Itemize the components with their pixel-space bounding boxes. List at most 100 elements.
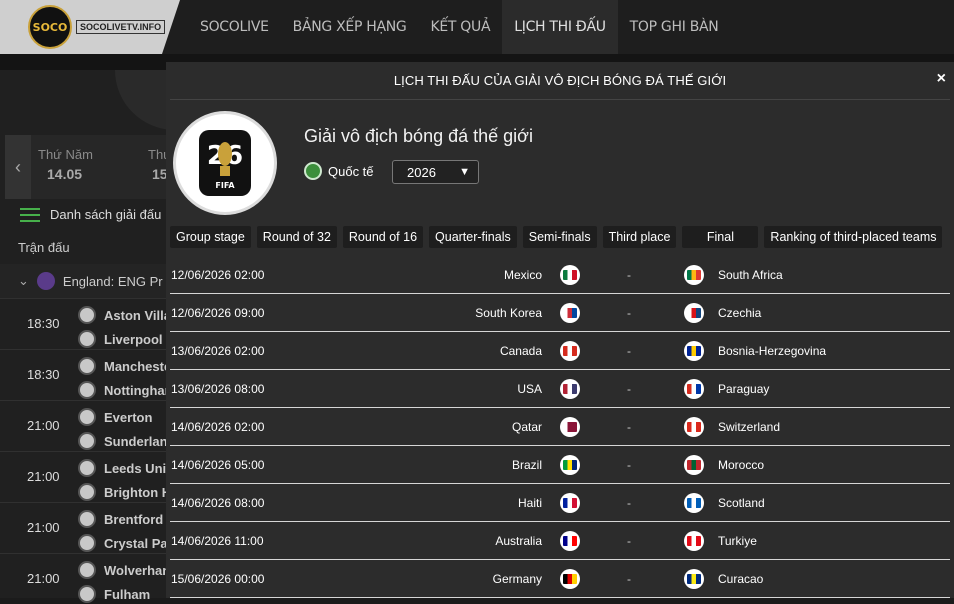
away-flag-icon	[684, 569, 704, 589]
tab-semi-finals[interactable]: Semi-finals	[522, 226, 597, 248]
away-flag-icon	[684, 455, 704, 475]
fixture-row[interactable]: 13/06/2026 08:00 USA - Paraguay	[170, 370, 950, 408]
home-flag-icon	[560, 531, 580, 551]
home-flag-icon	[560, 417, 580, 437]
away-team: Nottinghan	[78, 381, 173, 399]
site-logo[interactable]: SOCO SOCOLIVETV.INFO	[0, 0, 180, 54]
home-team-name: Haiti	[517, 496, 542, 510]
logo-badge-icon: SOCO	[28, 5, 72, 49]
away-flag-icon	[684, 531, 704, 551]
date-day-label[interactable]: Thứ Năm	[38, 147, 93, 162]
flag-swatch	[687, 384, 701, 394]
team-crest-icon	[78, 585, 96, 603]
flag-swatch	[687, 498, 701, 508]
match-row[interactable]: 21:00 Everton Sunderland	[0, 400, 176, 451]
team-crest-icon	[78, 408, 96, 426]
league-name: Giải vô địch bóng đá thế giới	[304, 126, 533, 146]
premier-league-icon	[36, 272, 55, 290]
date-value[interactable]: 14.05	[47, 166, 82, 182]
tab-group-stage[interactable]: Group stage	[170, 226, 251, 248]
nav-top-scorers[interactable]: TOP GHI BÀN	[618, 0, 731, 54]
league-info: 26 FIFA Giải vô địch bóng đá thế giới Qu…	[166, 100, 954, 220]
close-icon[interactable]: ×	[937, 70, 946, 88]
flag-swatch	[687, 536, 701, 546]
tab-third-placed-ranking[interactable]: Ranking of third-placed teams	[764, 226, 943, 248]
nav-schedule[interactable]: LỊCH THI ĐẤU	[502, 0, 618, 54]
team-name: Nottinghan	[104, 382, 173, 398]
league-list-toggle[interactable]: Danh sách giải đấu	[20, 207, 161, 222]
flag-swatch	[563, 270, 577, 280]
match-row[interactable]: 21:00 Brentford Crystal Pa	[0, 502, 170, 553]
trophy-icon: 26 FIFA	[199, 130, 251, 196]
fixture-datetime: 12/06/2026 02:00	[171, 268, 265, 282]
match-row[interactable]: 21:00 Leeds Unit Brighton H	[0, 451, 171, 502]
league-list-label: Danh sách giải đấu	[50, 207, 162, 222]
match-row[interactable]: 18:30 Aston Villa Liverpool	[0, 298, 171, 349]
logo-text: SOCOLIVETV.INFO	[76, 20, 166, 34]
away-team: Fulham	[78, 585, 150, 603]
fixture-datetime: 14/06/2026 08:00	[171, 496, 265, 510]
home-flag-icon	[560, 303, 580, 323]
tab-round-of-16[interactable]: Round of 16	[342, 226, 424, 248]
tab-quarter-finals[interactable]: Quarter-finals	[429, 226, 517, 248]
score-separator: -	[627, 420, 631, 434]
away-team-name: Switzerland	[718, 420, 781, 434]
team-name: Fulham	[104, 586, 151, 602]
home-team: Leeds Unit	[78, 459, 170, 477]
team-name: Liverpool	[104, 331, 163, 347]
flag-swatch	[687, 270, 701, 280]
away-team-name: Curacao	[718, 572, 764, 586]
season-select[interactable]: 2026 ▼	[392, 160, 479, 184]
top-navbar: SOCO SOCOLIVETV.INFO SOCOLIVE BẢNG XẾP H…	[0, 0, 954, 54]
fixture-row[interactable]: 14/06/2026 02:00 Qatar - Switzerland	[170, 408, 950, 446]
fixture-row[interactable]: 14/06/2026 08:00 Haiti - Scotland	[170, 484, 950, 522]
home-flag-icon	[560, 265, 580, 285]
tab-third-place[interactable]: Third place	[602, 226, 677, 248]
fixture-datetime: 14/06/2026 02:00	[171, 420, 265, 434]
fixture-row[interactable]: 14/06/2026 05:00 Brazil - Morocco	[170, 446, 950, 484]
nav-socolive[interactable]: SOCOLIVE	[188, 0, 281, 54]
team-crest-icon	[78, 510, 96, 528]
score-separator: -	[627, 268, 631, 282]
league-group-header[interactable]: ⌄ England: ENG Pr	[0, 264, 170, 298]
flag-swatch	[687, 308, 701, 318]
menu-icon	[20, 207, 40, 222]
fixture-datetime: 12/06/2026 09:00	[171, 306, 265, 320]
fixture-row[interactable]: 15/06/2026 00:00 Germany - Curacao	[170, 560, 950, 598]
nav-results[interactable]: KẾT QUẢ	[418, 0, 502, 54]
home-team-name: USA	[517, 382, 542, 396]
match-time: 21:00	[27, 520, 60, 535]
team-crest-icon	[78, 306, 96, 324]
prev-date-button[interactable]: ‹	[5, 135, 31, 199]
nav-standings[interactable]: BẢNG XẾP HẠNG	[281, 0, 419, 54]
match-row[interactable]: 18:30 Manchester Nottinghan	[0, 349, 176, 400]
fixture-row[interactable]: 13/06/2026 02:00 Canada - Bosnia-Herzegovin…	[170, 332, 950, 370]
fixture-row[interactable]: 12/06/2026 02:00 Mexico - South Africa	[170, 256, 950, 294]
away-flag-icon	[684, 341, 704, 361]
country-label: Quốc tế	[304, 162, 374, 180]
team-name: Sunderland	[104, 433, 176, 449]
fixtures-list: 12/06/2026 02:00 Mexico - South Africa 12/06…	[166, 256, 954, 598]
away-flag-icon	[684, 493, 704, 513]
score-separator: -	[627, 572, 631, 586]
match-row[interactable]: 21:00 Wolverhan Fulham	[0, 553, 170, 604]
tab-round-of-32[interactable]: Round of 32	[256, 226, 337, 248]
team-crest-icon	[78, 534, 96, 552]
score-separator: -	[627, 382, 631, 396]
fixture-row[interactable]: 14/06/2026 11:00 Australia - Turkiye	[170, 522, 950, 560]
fixture-datetime: 14/06/2026 11:00	[171, 534, 264, 548]
away-team: Brighton H	[78, 483, 171, 501]
home-team-name: Qatar	[511, 420, 542, 434]
home-flag-icon	[560, 455, 580, 475]
season-value: 2026	[407, 164, 436, 180]
tab-final[interactable]: Final	[682, 226, 759, 248]
home-team: Everton	[78, 408, 152, 426]
match-time: 21:00	[27, 469, 60, 484]
match-time: 18:30	[27, 367, 60, 382]
team-name: Crystal Pa	[104, 535, 168, 551]
away-team: Liverpool	[78, 330, 163, 348]
fixture-datetime: 14/06/2026 05:00	[171, 458, 265, 472]
fixture-row[interactable]: 12/06/2026 09:00 South Korea - Czechia	[170, 294, 950, 332]
team-name: Brentford	[104, 511, 164, 527]
team-crest-icon	[78, 432, 96, 450]
